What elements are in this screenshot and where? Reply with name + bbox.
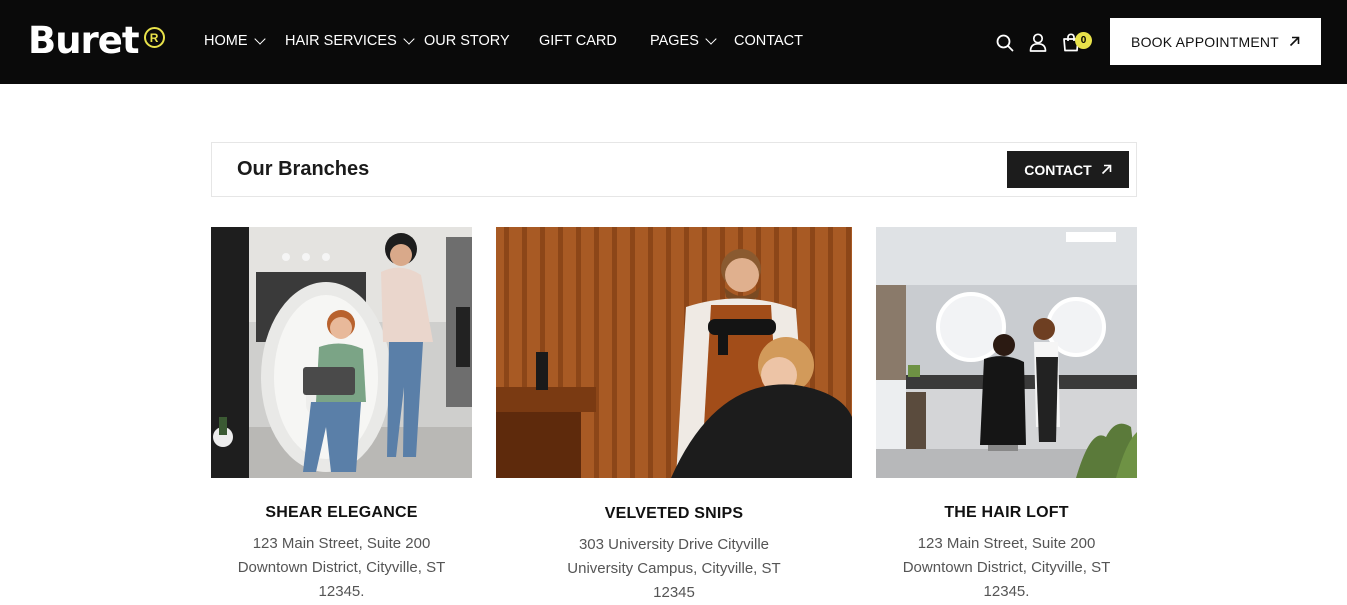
nav-item-contact[interactable]: CONTACT: [734, 33, 803, 49]
contact-button[interactable]: CONTACT: [1007, 151, 1129, 188]
nav-label: OUR STORY: [424, 33, 510, 49]
book-appointment-label: BOOK APPOINTMENT: [1131, 33, 1279, 50]
logo-text: Buret: [28, 19, 140, 62]
user-icon[interactable]: [1029, 33, 1049, 53]
chevron-down-icon: [253, 33, 266, 45]
chevron-down-icon: [705, 33, 717, 45]
address-line: 12345.: [983, 583, 1030, 600]
contact-button-label: CONTACT: [1024, 161, 1092, 178]
nav-label: GIFT CARD: [539, 33, 617, 49]
nav-item-our-story[interactable]: OUR STORY: [424, 33, 510, 49]
address-line: 12345.: [318, 583, 365, 600]
branch-image-the-hair-loft[interactable]: [876, 227, 1137, 478]
section-title: Our Branches: [237, 158, 370, 180]
nav-item-gift-card[interactable]: GIFT CARD: [539, 33, 617, 49]
arrow-up-right-icon: [1101, 164, 1112, 175]
branch-image-shear-elegance[interactable]: [211, 227, 472, 478]
site-header: Buret R HOME HAIR SERVICES OUR STORY GIF…: [0, 0, 1347, 84]
branch-name[interactable]: VELVETED SNIPS: [496, 505, 852, 523]
registered-mark-icon: R: [143, 27, 165, 48]
address-line: University Campus, Cityville, ST: [567, 560, 781, 577]
address-line: Downtown District, Cityville, ST: [237, 559, 446, 576]
branch-address: 123 Main Street, Suite 200 Downtown Dist…: [876, 532, 1137, 604]
address-line: 123 Main Street, Suite 200: [252, 535, 431, 552]
branch-address: 123 Main Street, Suite 200 Downtown Dist…: [211, 532, 472, 604]
branch-image-velveted-snips[interactable]: [496, 227, 852, 478]
arrow-up-right-icon: [1289, 36, 1300, 47]
branch-name[interactable]: SHEAR ELEGANCE: [211, 504, 472, 522]
nav-label: PAGES: [650, 33, 699, 49]
address-line: 303 University Drive Cityville: [578, 536, 770, 553]
nav-label: HAIR SERVICES: [285, 33, 397, 49]
branch-address: 303 University Drive Cityville Universit…: [496, 533, 852, 605]
nav-label: CONTACT: [734, 33, 804, 49]
branches-header: Our Branches CONTACT: [211, 142, 1137, 197]
nav-item-hair-services[interactable]: HAIR SERVICES: [285, 33, 415, 49]
address-line: Downtown District, Cityville, ST: [902, 559, 1111, 576]
nav-label: HOME: [204, 33, 248, 49]
search-icon[interactable]: [996, 34, 1016, 54]
cart-count-badge: 0: [1075, 32, 1092, 49]
nav-item-home[interactable]: HOME: [204, 33, 266, 49]
book-appointment-button[interactable]: BOOK APPOINTMENT: [1110, 18, 1321, 65]
branch-name[interactable]: THE HAIR LOFT: [876, 504, 1137, 522]
address-line: 123 Main Street, Suite 200: [917, 535, 1096, 552]
chevron-down-icon: [403, 33, 415, 45]
logo[interactable]: Buret R: [28, 20, 165, 62]
address-line: 12345: [653, 584, 695, 601]
nav-item-pages[interactable]: PAGES: [650, 33, 717, 49]
